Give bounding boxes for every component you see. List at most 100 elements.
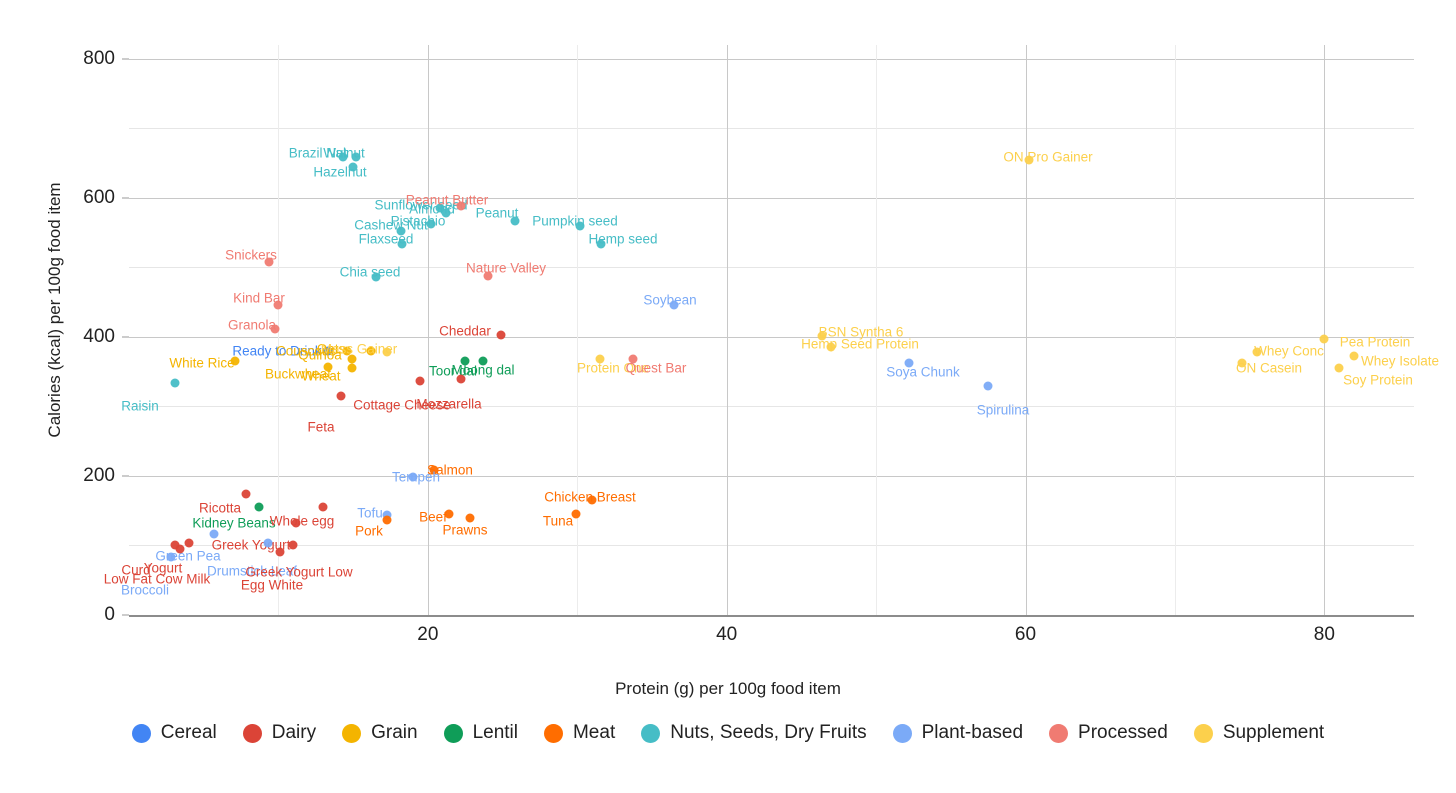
data-point[interactable]	[270, 324, 280, 334]
data-point[interactable]	[441, 208, 451, 218]
data-point[interactable]	[347, 363, 357, 373]
legend-color-swatch	[242, 723, 262, 743]
legend-item-label: Nuts, Seeds, Dry Fruits	[670, 722, 867, 743]
data-point[interactable]	[1237, 358, 1247, 368]
data-point[interactable]	[1334, 363, 1344, 373]
data-point-label: Cottage Cheese	[353, 397, 451, 413]
legend-item[interactable]: Processed	[1049, 722, 1168, 744]
data-point[interactable]	[575, 221, 585, 231]
data-point[interactable]	[460, 356, 470, 366]
data-point-label: Hazelnut	[313, 164, 367, 180]
data-point[interactable]	[366, 346, 376, 356]
gridline-horizontal	[129, 58, 1414, 60]
data-point[interactable]	[415, 376, 425, 386]
legend-item[interactable]: Nuts, Seeds, Dry Fruits	[641, 722, 867, 744]
data-point-label: Tofu	[357, 505, 383, 521]
data-point[interactable]	[264, 257, 274, 267]
data-point[interactable]	[230, 356, 240, 366]
plot-area: Brazil Nut Walnut Hazelnut Sunflower seed Al…	[104, 45, 1439, 616]
data-point-label: Beef	[419, 509, 447, 525]
data-point[interactable]	[184, 538, 194, 548]
data-point[interactable]	[209, 529, 219, 539]
data-point[interactable]	[323, 346, 333, 356]
data-point[interactable]	[571, 509, 581, 519]
data-point[interactable]	[396, 226, 406, 236]
data-point-label: Drumstick Leaf	[206, 563, 298, 579]
scatter-chart-figure: Brazil Nut Walnut Hazelnut Sunflower seed Al…	[0, 0, 1456, 793]
data-point[interactable]	[241, 489, 251, 499]
data-point[interactable]	[587, 495, 597, 505]
legend-item-label: Meat	[572, 722, 616, 743]
data-point[interactable]	[904, 358, 914, 368]
data-point[interactable]	[817, 331, 827, 341]
data-point[interactable]	[170, 378, 180, 388]
legend-item-label: Processed	[1078, 722, 1168, 743]
data-point[interactable]	[175, 544, 185, 554]
data-point[interactable]	[510, 216, 519, 226]
data-point-label: Quest Bar	[625, 360, 687, 376]
legend-item[interactable]: Dairy	[242, 722, 317, 744]
data-point[interactable]	[1349, 351, 1359, 361]
data-point[interactable]	[263, 538, 273, 548]
gridline-vertical	[726, 45, 728, 615]
data-point[interactable]	[382, 515, 392, 525]
gridline-vertical	[876, 45, 878, 615]
data-point[interactable]	[273, 300, 283, 310]
data-point[interactable]	[275, 547, 285, 557]
data-point[interactable]	[291, 518, 301, 528]
data-point-label: Low Fat Cow Milk	[103, 571, 211, 587]
legend-item[interactable]: Cereal	[131, 722, 217, 744]
data-point[interactable]	[397, 239, 407, 249]
data-point[interactable]	[382, 347, 392, 357]
data-point[interactable]	[596, 239, 606, 249]
legend-item[interactable]: Plant-based	[892, 722, 1023, 744]
data-point[interactable]	[456, 201, 466, 211]
legend-item[interactable]: Meat	[543, 722, 616, 744]
data-point[interactable]	[628, 354, 638, 363]
legend-item-label: Lentil	[472, 722, 518, 743]
legend-item[interactable]: Lentil	[443, 722, 518, 744]
data-point-label: Kidney Beans	[192, 515, 276, 531]
data-point[interactable]	[1252, 347, 1262, 357]
data-point[interactable]	[348, 162, 358, 172]
data-point[interactable]	[426, 219, 436, 229]
legend-item[interactable]: Supplement	[1193, 722, 1324, 744]
x-axis-line	[129, 615, 1414, 617]
data-point[interactable]	[336, 391, 346, 401]
legend-color-swatch	[543, 723, 563, 743]
data-point-label: Whey Isolate	[1360, 353, 1440, 369]
data-point[interactable]	[429, 465, 439, 475]
legend-item-label: Cereal	[160, 722, 217, 743]
data-point[interactable]	[456, 374, 466, 384]
data-point[interactable]	[166, 552, 176, 562]
data-point-label: Green Pea	[155, 548, 221, 564]
data-point-label: Toor dal	[428, 363, 478, 379]
legend-item[interactable]: Grain	[342, 722, 418, 744]
data-point[interactable]	[983, 381, 993, 391]
data-point[interactable]	[351, 152, 361, 162]
gridline-horizontal	[129, 267, 1414, 269]
data-point-label: Mozzarella	[416, 396, 482, 412]
gridline-horizontal	[129, 406, 1414, 408]
legend-item-label: Dairy	[271, 722, 317, 743]
data-point[interactable]	[478, 356, 488, 366]
data-point[interactable]	[465, 513, 475, 523]
data-point[interactable]	[496, 330, 506, 340]
data-point[interactable]	[338, 152, 348, 162]
data-point[interactable]	[408, 472, 418, 482]
data-point[interactable]	[595, 354, 605, 363]
legend-color-swatch	[131, 723, 151, 743]
data-point[interactable]	[669, 300, 679, 310]
data-point[interactable]	[318, 502, 328, 512]
data-point[interactable]	[483, 271, 493, 281]
data-point[interactable]	[323, 362, 333, 372]
data-point[interactable]	[826, 342, 836, 352]
data-point-label: Spirulina	[976, 402, 1030, 418]
data-point[interactable]	[444, 509, 454, 519]
data-point[interactable]	[371, 272, 381, 282]
data-point[interactable]	[1024, 155, 1033, 165]
data-point[interactable]	[254, 502, 264, 512]
data-point[interactable]	[1319, 334, 1329, 344]
data-point[interactable]	[288, 540, 298, 550]
x-tick-label: 20	[417, 624, 439, 645]
